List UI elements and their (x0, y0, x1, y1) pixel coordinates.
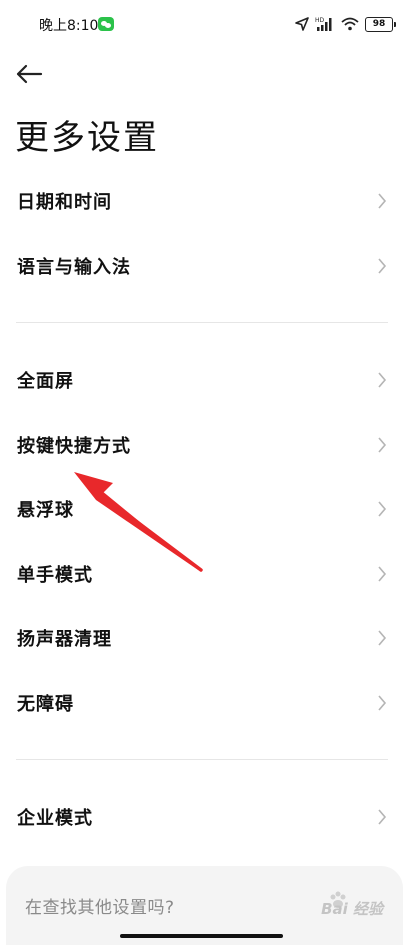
settings-item-label: 企业模式 (17, 808, 93, 829)
page-title: 更多设置 (15, 118, 159, 158)
settings-item-full-screen[interactable]: 全面屏 (0, 350, 409, 410)
battery-indicator: 98 (365, 16, 396, 32)
section-divider (16, 759, 388, 760)
status-time: 晚上8:10 (39, 18, 99, 34)
status-icons: HD 98 (295, 14, 396, 34)
chevron-right-icon (378, 566, 387, 582)
chevron-right-icon (378, 809, 387, 825)
location-icon (295, 17, 309, 31)
search-prompt-text: 在查找其他设置吗? (25, 898, 175, 918)
settings-item-label: 语言与输入法 (17, 257, 131, 278)
section-divider (16, 322, 388, 323)
settings-item-label: 日期和时间 (17, 192, 112, 213)
back-arrow-icon (16, 64, 43, 84)
chevron-right-icon (378, 630, 387, 646)
settings-item-label: 单手模式 (17, 565, 93, 586)
settings-item-label: 无障碍 (17, 694, 74, 715)
settings-item-label: 按键快捷方式 (17, 436, 131, 457)
chevron-right-icon (378, 193, 387, 209)
baidu-watermark: Bai 经验 (321, 900, 383, 918)
chevron-right-icon (378, 258, 387, 274)
settings-item-label: 扬声器清理 (17, 629, 112, 650)
chevron-right-icon (378, 695, 387, 711)
settings-item-button-shortcuts[interactable]: 按键快捷方式 (0, 415, 409, 475)
wifi-icon (341, 17, 359, 31)
settings-item-label: 全面屏 (17, 371, 74, 392)
settings-item-accessibility[interactable]: 无障碍 (0, 673, 409, 733)
settings-item-language-input[interactable]: 语言与输入法 (0, 236, 409, 296)
network-hd-label: HD (315, 17, 325, 24)
settings-screen: 晚上8:10 HD 98 更多设置 日期和时间 语言与输入法 全面屏 按键快捷方… (0, 0, 409, 945)
settings-item-speaker-cleaner[interactable]: 扬声器清理 (0, 608, 409, 668)
chevron-right-icon (378, 437, 387, 453)
wechat-notification-icon (98, 17, 114, 31)
settings-item-enterprise-mode[interactable]: 企业模式 (0, 787, 409, 847)
chevron-right-icon (378, 501, 387, 517)
back-button[interactable] (14, 60, 46, 88)
settings-item-one-handed-mode[interactable]: 单手模式 (0, 544, 409, 604)
settings-item-date-time[interactable]: 日期和时间 (0, 171, 409, 231)
chevron-right-icon (378, 372, 387, 388)
home-indicator[interactable] (120, 934, 283, 938)
settings-item-label: 悬浮球 (17, 500, 74, 521)
status-bar: 晚上8:10 HD 98 (0, 0, 409, 48)
signal-icon: HD (315, 17, 332, 31)
settings-item-floating-ball[interactable]: 悬浮球 (0, 479, 409, 539)
